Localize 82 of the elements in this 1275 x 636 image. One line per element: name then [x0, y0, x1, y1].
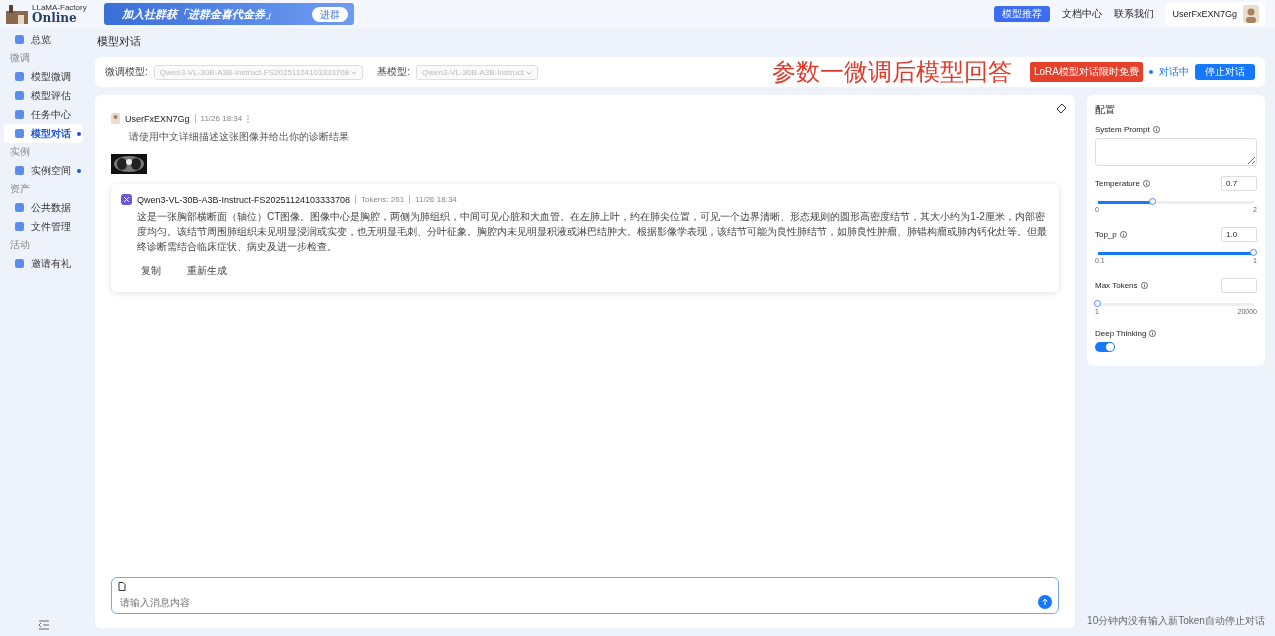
prompt-field[interactable]	[1095, 138, 1257, 166]
message-composer[interactable]: 请输入消息内容	[111, 577, 1059, 614]
page-title: 模型对话	[96, 34, 142, 49]
message-time: 11/26 18:34	[194, 114, 243, 123]
field-label: 微调模型:	[105, 65, 148, 79]
promo-badge: LoRA模型对话限时免费	[1030, 62, 1143, 82]
file-icon[interactable]	[118, 582, 126, 591]
menu-icon	[14, 34, 25, 45]
avatar-icon	[111, 113, 120, 124]
sidebar-item[interactable]: 邀请有礼	[4, 254, 83, 273]
footnote-text: 10分钟内没有输入新Token自动停止对话	[1087, 614, 1265, 628]
status-text: 对话中	[1159, 65, 1189, 79]
sidebar-item[interactable]: 模型对话	[4, 124, 83, 143]
logo-title: Online	[32, 12, 77, 24]
field-label: Max Tokens	[1095, 281, 1138, 290]
message-time: 11/26 18:34	[409, 195, 457, 204]
message-text: 请使用中文详细描述这张图像并给出你的诊断结果	[129, 130, 350, 144]
chevron-down-icon	[351, 70, 358, 75]
sidebar-section: 实例	[4, 143, 83, 161]
info-icon	[1140, 282, 1148, 289]
sidebar-item[interactable]: 公共数据	[4, 198, 83, 217]
slider-thumb[interactable]	[1094, 300, 1101, 307]
info-icon	[1142, 180, 1150, 187]
join-button[interactable]: 进群	[312, 6, 348, 22]
info-icon	[1119, 231, 1127, 238]
sidebar-item[interactable]: 任务中心	[4, 105, 83, 124]
info-icon	[1152, 126, 1160, 133]
toggle-switch[interactable]	[1095, 342, 1115, 352]
logo[interactable]: LLaMA-Factory Online	[4, 3, 92, 25]
factory-icon	[4, 3, 30, 25]
status-dot	[1149, 70, 1153, 74]
panel-title: 配置	[1095, 103, 1116, 117]
token-count: Tokens: 261	[354, 195, 405, 204]
slider-track[interactable]	[1098, 252, 1254, 255]
author-name: Qwen3-VL-30B-A3B-Instruct-FS20251124103333708	[137, 194, 350, 205]
sidebar-item[interactable]: 实例空间	[4, 161, 83, 180]
logo-subtitle: LLaMA-Factory	[32, 4, 87, 12]
menu-icon	[14, 221, 25, 232]
stop-button[interactable]: 停止对话	[1195, 64, 1255, 80]
menu-icon	[14, 258, 25, 269]
recommend-button[interactable]: 模型推荐	[994, 6, 1051, 22]
sidebar-item[interactable]: 模型微调	[4, 67, 83, 86]
slider-track[interactable]	[1098, 201, 1254, 204]
action-button[interactable]: 重新生成	[183, 262, 231, 280]
number-field[interactable]	[1221, 278, 1257, 293]
banner-text: 加入社群获「进群金喜代金券」	[122, 6, 276, 22]
user-menu[interactable]: UserFxEXN7Gg	[1166, 2, 1265, 26]
menu-icon	[14, 128, 25, 139]
sidebar-item[interactable]: 总览	[4, 30, 83, 49]
field-label: 基模型:	[377, 65, 411, 79]
sidebar-section: 活动	[4, 236, 83, 254]
menu-icon	[14, 202, 25, 213]
header-link[interactable]: 文档中心	[1062, 7, 1103, 21]
action-button[interactable]: 复制	[137, 262, 165, 280]
slider-thumb[interactable]	[1148, 198, 1156, 205]
field-label: Top_p	[1095, 230, 1117, 239]
promo-banner[interactable]: 加入社群获「进群金喜代金券」 进群	[104, 3, 354, 25]
menu-icon	[14, 165, 25, 176]
slider-thumb[interactable]	[1250, 249, 1257, 256]
sidebar-item[interactable]: 文件管理	[4, 217, 83, 236]
menu-icon	[14, 71, 25, 82]
sidebar-item[interactable]: 模型评估	[4, 86, 83, 105]
message-input[interactable]: 请输入消息内容	[118, 595, 1038, 609]
message-text: 这是一张胸部横断面（轴位）CT图像。图像中心是胸腔，两侧为肺组织，中间可见心脏和大血管。在左肺上叶，约在肺尖位置，可见一个边界清晰、形态规则的圆形高密度结节，其大小约为1-2厘米，内部密度均匀。该结节周围肺组织未见明显浸润或实变，也无明显毛刺、分叶征象。胸腔内未见明显积液或淋巴结肿大。根据影像学表现，该结节可能为良性肺结节，如肺良性肿瘤、肺错构瘤或肺内钙化灶等。但最终诊断需结合临床症状、病史及进一步检查。	[137, 210, 1048, 254]
chevron-down-icon	[525, 70, 532, 75]
menu-icon	[14, 90, 25, 101]
field-label: Temperature	[1095, 179, 1140, 188]
author-name: UserFxEXN7Gg	[125, 113, 190, 124]
sidebar-section: 微调	[4, 49, 83, 67]
field-label: System Prompt	[1095, 125, 1150, 134]
annotation-text: 参数一微调后模型回答	[772, 57, 1012, 87]
header-link[interactable]: 联系我们	[1114, 7, 1155, 21]
number-field[interactable]: 0.7	[1221, 176, 1257, 191]
info-icon	[1149, 330, 1157, 337]
avatar-icon	[1243, 5, 1259, 23]
number-field[interactable]: 1.0	[1221, 227, 1257, 242]
collapse-icon[interactable]	[37, 620, 50, 630]
menu-icon	[14, 109, 25, 120]
field-label: Deep Thinking	[1095, 329, 1147, 338]
model-icon	[121, 194, 132, 205]
send-icon[interactable]	[1038, 595, 1052, 609]
sidebar-section: 资产	[4, 180, 83, 198]
